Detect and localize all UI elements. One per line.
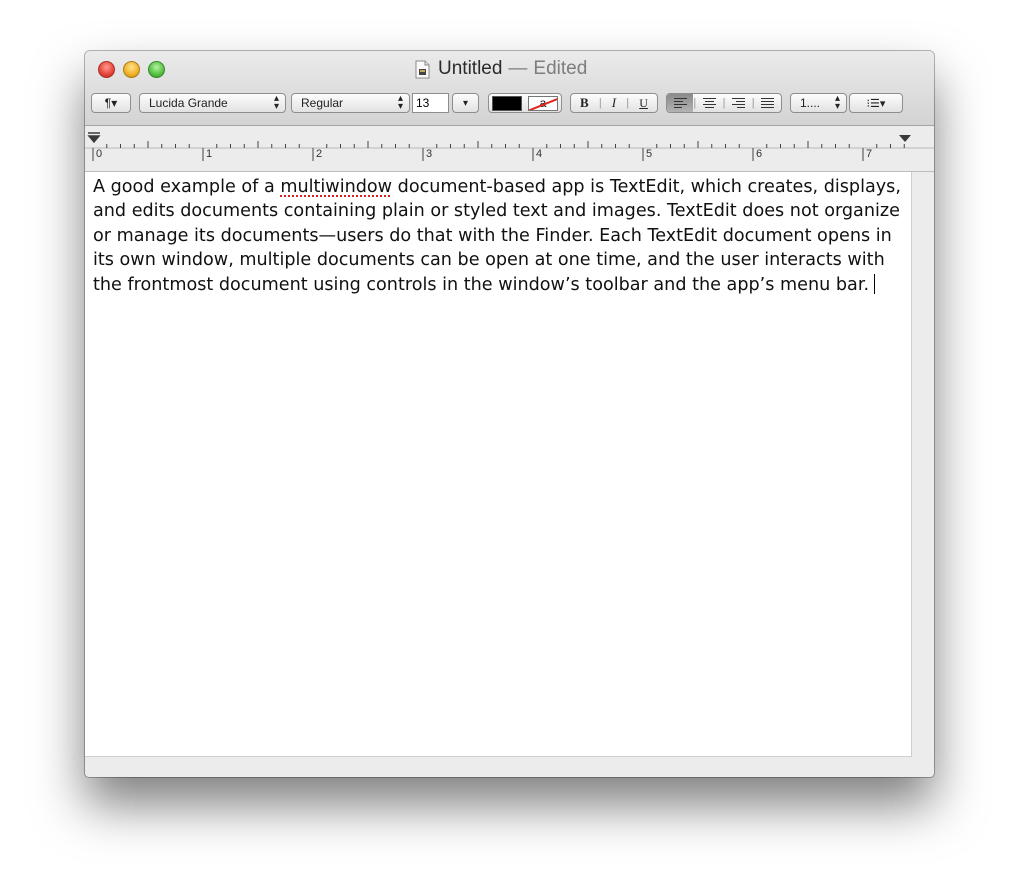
textedit-window: Untitled — Edited ¶▾ Lucida Grande ▴ ▾ Re… [85,51,934,777]
font-style-popup[interactable]: Regular ▴ ▾ [291,93,410,113]
document-icon[interactable] [415,60,430,79]
title-bar[interactable]: Untitled — Edited ¶▾ Lucida Grande ▴ ▾ Re… [85,51,934,126]
align-center-button[interactable] [696,94,722,112]
font-family-popup[interactable]: Lucida Grande ▴ ▾ [139,93,286,113]
zoom-window-button[interactable] [148,61,165,78]
ruler-label-0: 0 [96,148,103,160]
first-line-indent-marker-icon[interactable] [87,132,101,144]
minimize-window-button[interactable] [123,61,140,78]
text-style-segment: B | I | U [570,93,658,113]
ruler-label-5: 5 [646,148,653,160]
window-title: Untitled [438,58,503,79]
underline-button[interactable]: U [639,96,648,111]
ruler-label-7: 7 [866,148,873,160]
ruler-label-1: 1 [206,148,213,160]
ruler-label-2: 2 [316,148,323,160]
align-left-button[interactable] [667,94,694,112]
document-text-area[interactable]: A good example of a multiwindow document… [85,172,912,757]
font-style-value: Regular [301,96,344,110]
updown-arrows-icon: ▴ ▾ [397,93,403,112]
text-color-well[interactable] [492,95,522,111]
ruler-label-3: 3 [426,148,433,160]
background-color-well[interactable]: a [528,95,558,111]
bullet-list-icon: ⁝☰▾ [866,97,886,110]
paragraph-styles-label: ¶▾ [104,96,118,110]
right-margin-marker-icon[interactable] [899,135,911,142]
ruler-label-4: 4 [536,148,543,160]
chevron-down-icon: ▾ [462,97,469,109]
justify-icon [761,97,775,109]
lists-popup[interactable]: ⁝☰▾ [849,93,903,113]
segment-divider: | [598,97,602,109]
align-right-button[interactable] [725,94,751,112]
misspelled-word[interactable]: multiwindow [280,177,392,197]
font-family-value: Lucida Grande [149,96,228,110]
line-spacing-value: 1.... [800,96,821,110]
document-text-start: A good example of a [93,177,281,197]
bold-button[interactable]: B [580,95,589,111]
ruler[interactable]: 0 1 2 3 4 5 6 7 [85,126,934,172]
italic-button[interactable]: I [612,95,616,111]
title-separator: — [508,58,528,79]
updown-arrows-icon: ▴ ▾ [834,93,840,112]
align-center-icon [702,97,716,109]
close-window-button[interactable] [98,61,115,78]
window-title-group: Untitled — Edited [415,57,587,81]
segment-divider: | [626,97,630,109]
font-size-dropdown[interactable]: ▾ [452,93,479,113]
ruler-label-6: 6 [756,148,763,160]
color-controls: a [488,93,562,113]
ruler-ticks [85,132,934,161]
font-size-field[interactable]: 13 [412,93,449,113]
document-body[interactable]: A good example of a multiwindow document… [93,175,905,297]
alignment-segment: | | | [666,93,782,113]
align-right-icon [732,97,746,109]
line-spacing-popup[interactable]: 1.... ▴ ▾ [790,93,847,113]
paragraph-styles-menu[interactable]: ¶▾ [91,93,131,113]
text-cursor [874,273,876,294]
updown-arrows-icon: ▴ ▾ [273,93,279,112]
align-left-icon [673,97,687,109]
edited-status: Edited [533,58,588,79]
justify-button[interactable] [755,94,781,112]
